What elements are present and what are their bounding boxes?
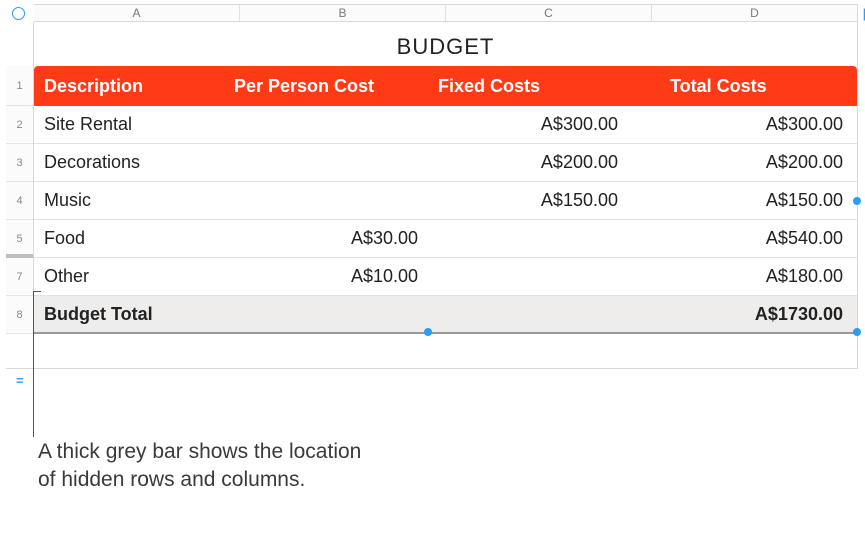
table-row[interactable]: Food A$30.00 A$540.00 bbox=[34, 220, 857, 258]
row-header[interactable]: 5 bbox=[6, 220, 33, 258]
row-header[interactable]: 8 bbox=[6, 296, 33, 334]
table-footer-spacer bbox=[34, 334, 857, 368]
header-fixed-costs: Fixed Costs bbox=[428, 76, 628, 97]
cell-fixed[interactable]: A$200.00 bbox=[428, 152, 628, 173]
callout-text: A thick grey bar shows the location of h… bbox=[38, 438, 368, 495]
cell-fixed[interactable]: A$150.00 bbox=[428, 190, 628, 211]
cell-total[interactable]: A$150.00 bbox=[628, 190, 857, 211]
cell-per-person[interactable]: A$10.00 bbox=[234, 266, 428, 287]
table-total-row[interactable]: Budget Total A$1730.00 bbox=[34, 296, 857, 334]
row-header[interactable]: 7 bbox=[6, 258, 33, 296]
row-header-bar: 1 2 3 4 5 7 8 = bbox=[6, 22, 34, 368]
table-row[interactable]: Decorations A$200.00 A$200.00 bbox=[34, 144, 857, 182]
selection-dot-icon[interactable] bbox=[853, 328, 861, 336]
cell-description[interactable]: Site Rental bbox=[34, 114, 234, 135]
table-row[interactable]: Music A$150.00 A$150.00 bbox=[34, 182, 857, 220]
cell-description[interactable]: Other bbox=[34, 266, 234, 287]
column-header-bar: || A B C D bbox=[34, 4, 857, 22]
header-total-costs: Total Costs bbox=[628, 76, 857, 97]
header-per-person: Per Person Cost bbox=[234, 76, 428, 97]
selection-dot-icon[interactable] bbox=[424, 328, 432, 336]
table-row[interactable]: Site Rental A$300.00 A$300.00 bbox=[34, 106, 857, 144]
column-header-a[interactable]: A bbox=[34, 5, 240, 21]
row-footer-spacer: = bbox=[6, 334, 33, 368]
cell-per-person[interactable]: A$30.00 bbox=[234, 228, 428, 249]
cell-total[interactable]: A$300.00 bbox=[628, 114, 857, 135]
header-description: Description bbox=[34, 76, 234, 97]
column-header-d[interactable]: D bbox=[652, 5, 857, 21]
cell-description[interactable]: Budget Total bbox=[34, 304, 234, 325]
column-header-b[interactable]: B bbox=[240, 5, 446, 21]
cell-fixed[interactable]: A$300.00 bbox=[428, 114, 628, 135]
cell-description[interactable]: Music bbox=[34, 190, 234, 211]
cell-total[interactable]: A$200.00 bbox=[628, 152, 857, 173]
table-corner bbox=[6, 22, 33, 66]
table-header-row[interactable]: Description Per Person Cost Fixed Costs … bbox=[34, 66, 857, 106]
cell-description[interactable]: Food bbox=[34, 228, 234, 249]
table-handle-icon[interactable] bbox=[12, 7, 25, 20]
cell-total[interactable]: A$1730.00 bbox=[628, 304, 857, 325]
table-content: BUDGET Description Per Person Cost Fixed… bbox=[34, 22, 857, 368]
callout-tick bbox=[33, 291, 41, 292]
row-header[interactable]: 2 bbox=[6, 106, 33, 144]
row-header[interactable]: 4 bbox=[6, 182, 33, 220]
row-drag-handle-icon[interactable]: = bbox=[16, 373, 25, 388]
cell-description[interactable]: Decorations bbox=[34, 152, 234, 173]
row-header[interactable]: 1 bbox=[6, 66, 33, 106]
spreadsheet-frame: || A B C D 1 2 3 4 5 7 8 = BUDGET Descri… bbox=[6, 4, 858, 369]
budget-table: Description Per Person Cost Fixed Costs … bbox=[34, 66, 857, 368]
table-row[interactable]: Other A$10.00 A$180.00 bbox=[34, 258, 857, 296]
column-header-c[interactable]: C bbox=[446, 5, 652, 21]
callout-leader-line bbox=[33, 291, 34, 437]
cell-total[interactable]: A$540.00 bbox=[628, 228, 857, 249]
table-title[interactable]: BUDGET bbox=[34, 22, 857, 66]
row-header[interactable]: 3 bbox=[6, 144, 33, 182]
cell-total[interactable]: A$180.00 bbox=[628, 266, 857, 287]
selection-dot-icon[interactable] bbox=[853, 197, 861, 205]
